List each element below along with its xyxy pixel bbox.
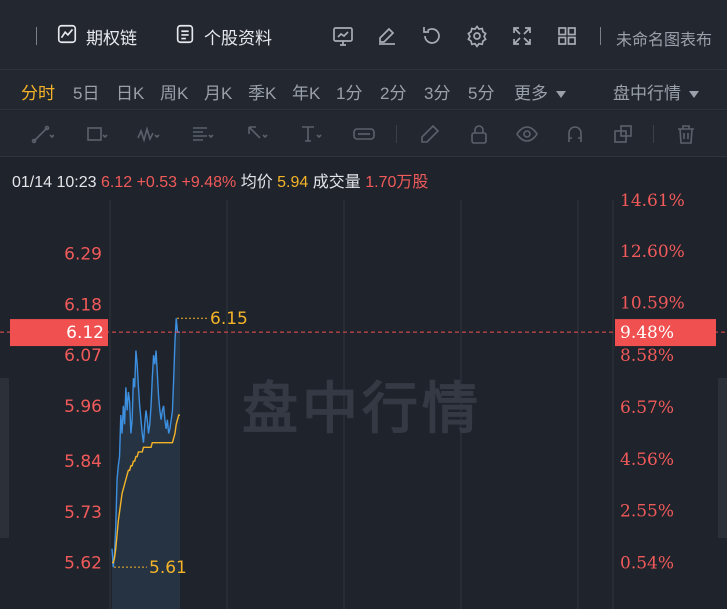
price-label-tool-icon[interactable] <box>346 122 382 146</box>
monitor-chart-icon[interactable] <box>329 22 357 50</box>
tab-5day[interactable]: 5日 <box>73 79 99 104</box>
low-annotation-label: 5.61 <box>149 558 187 578</box>
left-axis-tick: 5.62 <box>64 554 102 574</box>
fullscreen-icon[interactable] <box>508 22 536 50</box>
toolbar-divider <box>653 125 654 143</box>
right-axis-tick: 10.59% <box>620 294 685 314</box>
arrow-tool-icon[interactable] <box>238 122 274 146</box>
left-axis-tick: 5.96 <box>64 397 102 417</box>
right-axis-tick: 12.60% <box>620 242 685 262</box>
refresh-icon[interactable] <box>418 22 446 50</box>
toolbar-divider <box>396 125 397 143</box>
wave-tool-icon[interactable] <box>130 122 166 146</box>
gear-icon[interactable] <box>463 22 491 50</box>
right-axis-tick: 14.61% <box>620 192 685 211</box>
rectangle-tool-icon[interactable] <box>78 122 114 146</box>
tab-5min[interactable]: 5分 <box>468 79 494 104</box>
tab-quarterly-k[interactable]: 季K <box>248 79 276 104</box>
left-axis-tick: 5.84 <box>64 452 102 472</box>
session-dropdown[interactable]: 盘中行情 <box>613 79 699 104</box>
pencil-icon[interactable] <box>412 122 448 146</box>
quote-price: 6.12 <box>100 174 133 191</box>
high-annotation-label: 6.15 <box>210 309 248 329</box>
right-axis-tick: 2.55% <box>620 501 674 521</box>
grid-layout-icon[interactable] <box>553 22 581 50</box>
document-icon <box>174 23 196 50</box>
stock-profile-button[interactable]: 个股资料 <box>174 22 272 50</box>
right-axis-tick: 8.58% <box>620 346 674 366</box>
avg-price-label: 均价 <box>240 174 273 191</box>
trash-icon[interactable] <box>668 122 704 146</box>
session-label: 盘中行情 <box>613 84 681 103</box>
left-axis-tick: 6.18 <box>64 295 102 315</box>
quote-datetime: 01/14 10:23 <box>12 174 97 191</box>
intraday-chart[interactable]: 盘中行情 6.29 6.18 6.07 5.96 5.84 5.73 5.62 14.61% 12… <box>0 192 727 609</box>
tab-1min[interactable]: 1分 <box>336 79 362 104</box>
left-axis-tick: 5.73 <box>64 503 102 523</box>
more-dropdown[interactable]: 更多 <box>514 79 566 104</box>
quote-change-pct: +9.48% <box>181 174 237 191</box>
layout-name[interactable]: 未命名图表布 <box>616 26 727 50</box>
lock-icon[interactable] <box>461 122 497 146</box>
tab-weekly-k[interactable]: 周K <box>160 79 188 104</box>
options-chain-icon <box>56 23 78 50</box>
fibonacci-tool-icon[interactable] <box>184 122 220 146</box>
quote-change: +0.53 <box>136 174 178 191</box>
period-bar: 分时 5日 日K 周K 月K 季K 年K 1分 2分 3分 5分 更多 盘中行情 <box>0 70 727 110</box>
tab-monthly-k[interactable]: 月K <box>204 79 232 104</box>
quote-info-line: 01/14 10:23 6.12 +0.53 +9.48% 均价 5.94 成交… <box>12 168 428 192</box>
volume-label: 成交量 <box>312 174 361 191</box>
options-chain-label: 期权链 <box>86 28 137 48</box>
eye-icon[interactable] <box>509 122 545 146</box>
volume-value: 1.70万股 <box>365 174 429 191</box>
chevron-down-icon <box>689 91 699 99</box>
top-toolbar: 期权链 个股资料 未命名图表布 <box>0 0 727 70</box>
more-label: 更多 <box>514 84 548 103</box>
text-tool-icon[interactable] <box>292 122 328 146</box>
tab-3min[interactable]: 3分 <box>424 79 450 104</box>
left-axis-tick: 6.29 <box>64 245 102 265</box>
current-price-label: 6.12 <box>66 323 104 343</box>
tab-yearly-k[interactable]: 年K <box>292 79 320 104</box>
avg-price-value: 5.94 <box>277 174 309 191</box>
tab-2min[interactable]: 2分 <box>380 79 406 104</box>
toolbar-divider <box>36 27 37 45</box>
right-axis-tick: 6.57% <box>620 398 674 418</box>
chart-watermark: 盘中行情 <box>242 377 482 442</box>
stock-profile-label: 个股资料 <box>204 28 272 48</box>
chevron-down-icon <box>556 91 566 99</box>
layers-icon[interactable] <box>605 122 641 146</box>
magnet-icon[interactable] <box>557 122 593 146</box>
drawing-toolbar <box>0 111 727 157</box>
right-axis-tick: 0.54% <box>620 554 674 574</box>
options-chain-button[interactable]: 期权链 <box>56 22 137 50</box>
tab-daily-k[interactable]: 日K <box>116 79 144 104</box>
right-axis-tick: 4.56% <box>620 450 674 470</box>
tab-intraday[interactable]: 分时 <box>21 79 55 104</box>
left-axis-tick: 6.07 <box>64 346 102 366</box>
trend-line-tool-icon[interactable] <box>24 122 60 146</box>
edit-note-icon[interactable] <box>373 22 401 50</box>
toolbar-divider <box>600 27 601 45</box>
current-pct-label: 9.48% <box>620 323 674 343</box>
